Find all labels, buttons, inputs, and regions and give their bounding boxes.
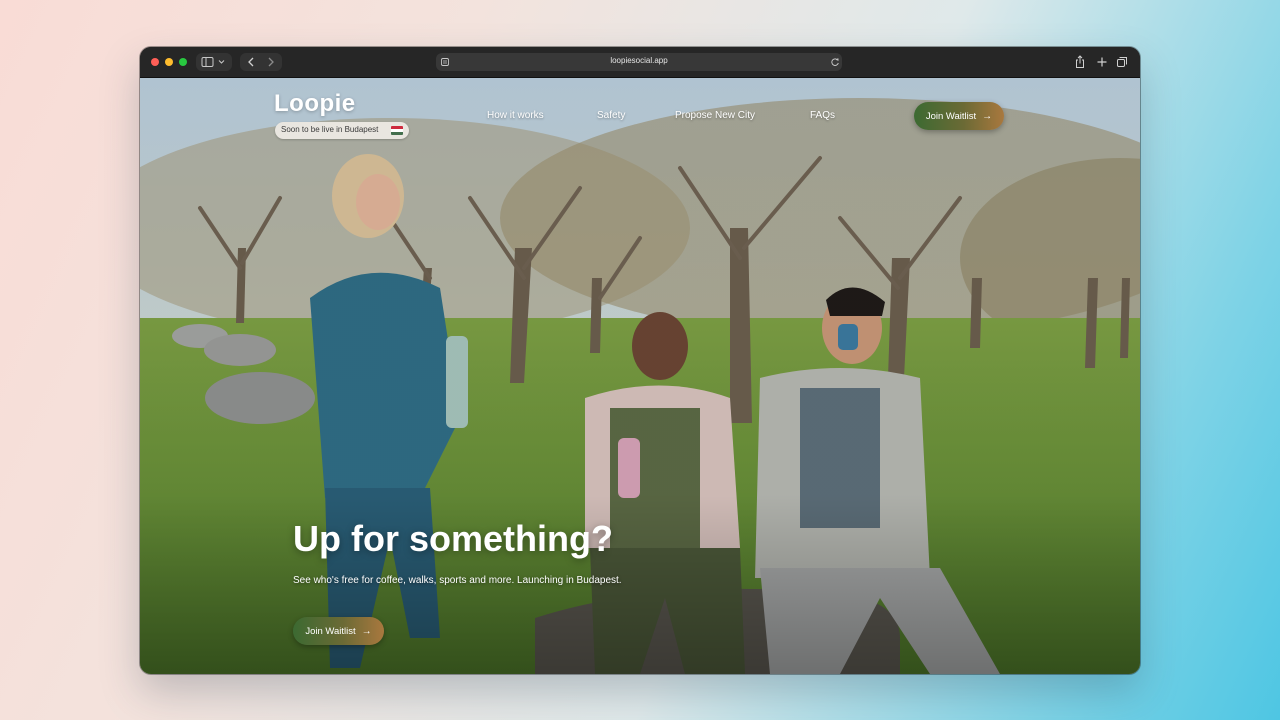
- arrow-right-icon: →: [982, 110, 993, 122]
- forward-icon[interactable]: [268, 57, 274, 67]
- url-text[interactable]: loopiesocial.app: [436, 56, 842, 65]
- sidebar-toggle-button[interactable]: [196, 53, 232, 71]
- share-icon[interactable]: [1074, 55, 1086, 69]
- hero-title: Up for something?: [293, 518, 613, 559]
- sidebar-icon: [201, 57, 225, 67]
- arrow-right-icon: →: [361, 625, 372, 637]
- tab-overview-icon[interactable]: [1116, 56, 1128, 68]
- browser-toolbar: loopiesocial.app: [140, 47, 1140, 78]
- webpage: Loopie Soon to be live in Budapest How i…: [140, 78, 1140, 674]
- address-bar[interactable]: loopiesocial.app: [436, 53, 842, 71]
- reload-icon[interactable]: [830, 57, 840, 67]
- back-icon[interactable]: [248, 57, 254, 67]
- nav-safety[interactable]: Safety: [597, 110, 625, 121]
- close-window-button[interactable]: [151, 58, 159, 66]
- hero-subtitle: See who's free for coffee, walks, sports…: [293, 575, 622, 586]
- zoom-window-button[interactable]: [179, 58, 187, 66]
- header-join-waitlist-label: Join Waitlist: [925, 110, 977, 122]
- header-join-waitlist-button[interactable]: Join Waitlist →: [914, 102, 1004, 130]
- hero-image: [140, 78, 1140, 674]
- minimize-window-button[interactable]: [165, 58, 173, 66]
- launch-badge: Soon to be live in Budapest: [275, 122, 409, 139]
- launch-badge-text: Soon to be live in Budapest: [281, 125, 379, 134]
- nav-faqs[interactable]: FAQs: [810, 110, 835, 121]
- nav-how-it-works[interactable]: How it works: [487, 110, 544, 121]
- nav-propose-new-city[interactable]: Propose New City: [675, 110, 755, 121]
- hero-join-waitlist-button[interactable]: Join Waitlist →: [293, 617, 384, 645]
- hungary-flag-icon: [391, 126, 403, 135]
- new-tab-icon[interactable]: [1096, 56, 1108, 68]
- browser-window: loopiesocial.app Loopie Soon to be live …: [140, 47, 1140, 674]
- history-nav: [240, 53, 282, 71]
- brand-logo[interactable]: Loopie: [274, 90, 356, 118]
- hero-join-waitlist-label: Join Waitlist: [305, 625, 356, 637]
